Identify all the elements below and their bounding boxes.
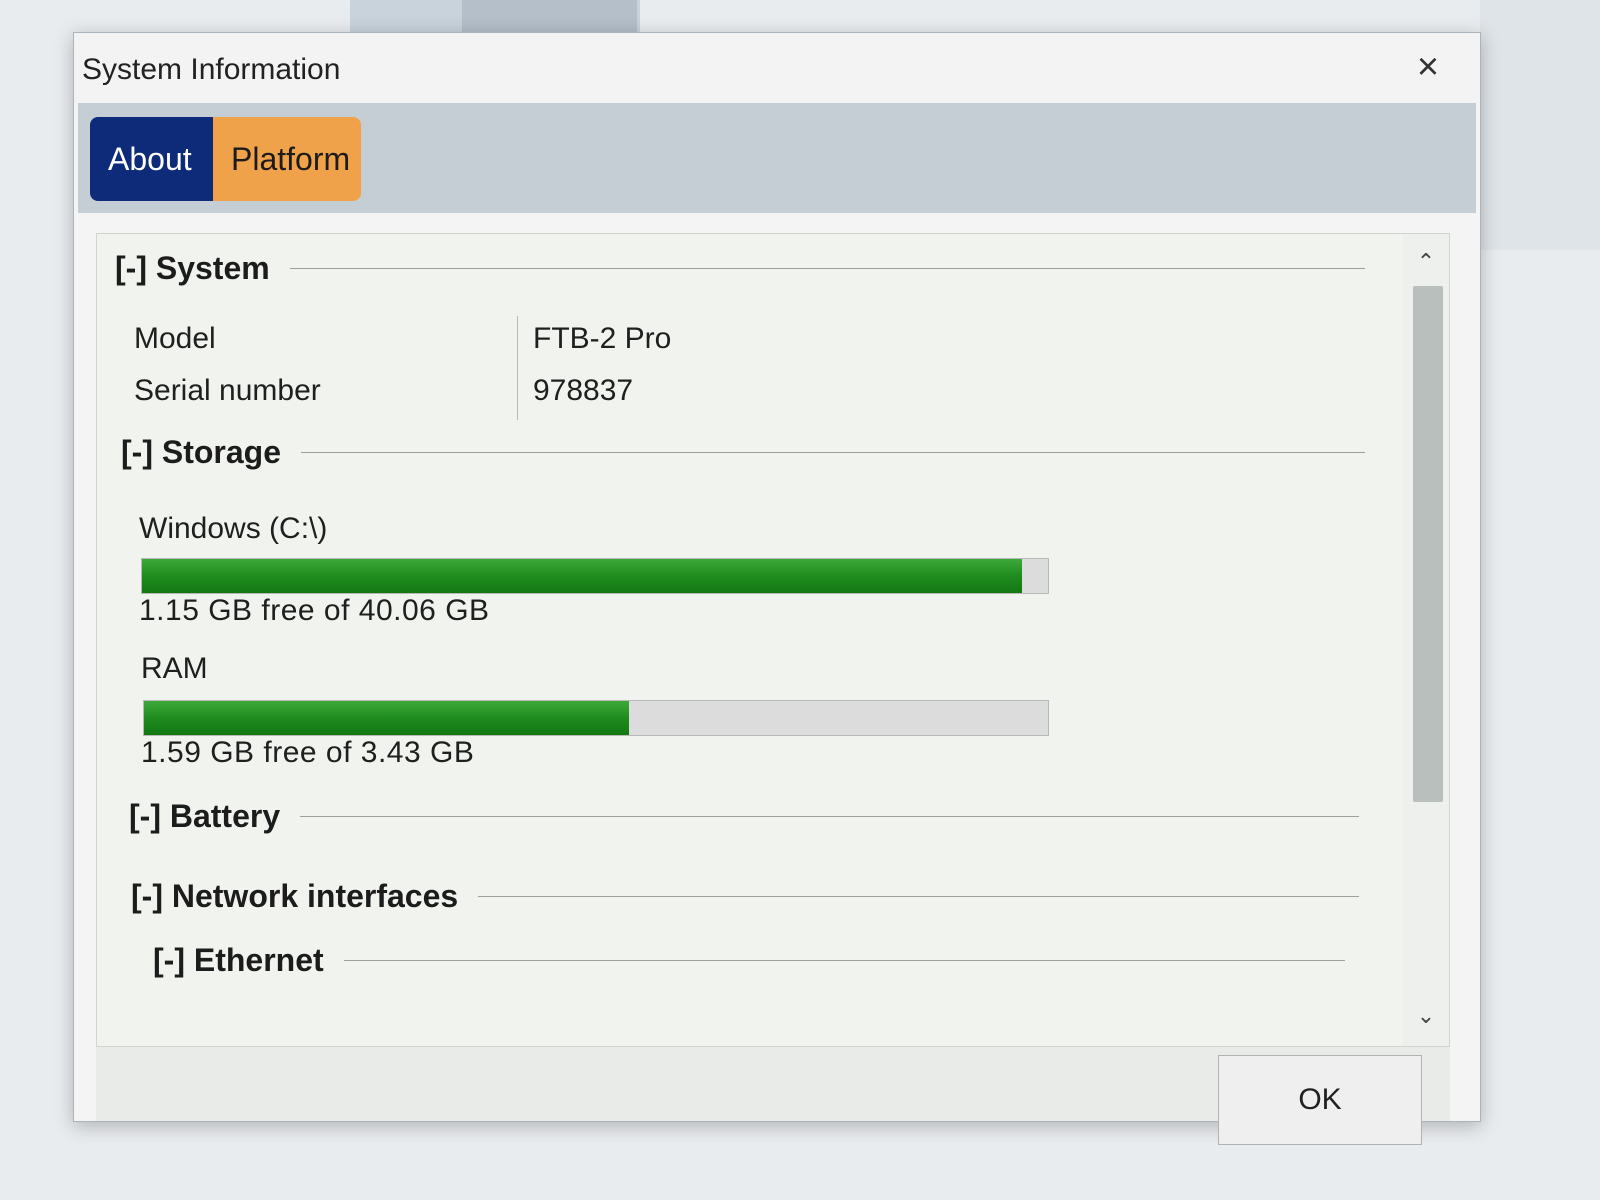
section-network-header[interactable]: [-] Network interfaces [131,878,1359,915]
section-system-title: [-] System [115,250,270,286]
model-label: Model [134,322,216,355]
section-divider [289,268,1365,269]
section-divider [300,816,1359,817]
about-panel: [-] System Model FTB-2 Pro Serial number… [96,233,1450,1047]
ok-button[interactable]: OK [1218,1055,1422,1145]
background-window-strip-dark [462,0,637,36]
ram-usage-bar [143,700,1049,736]
dialog-footer: OK [96,1047,1450,1145]
scroll-down-icon[interactable]: ⌄ [1403,998,1449,1034]
drive-c-info: 1.15 GB free of 40.06 GB [139,594,490,627]
serial-number-value: 978837 [533,374,634,407]
section-divider [301,452,1365,453]
section-divider [343,960,1345,961]
tab-platform[interactable]: Platform [213,117,361,201]
drive-c-usage-bar [141,558,1049,594]
model-value: FTB-2 Pro [533,322,672,355]
close-icon[interactable]: × [1406,45,1450,89]
section-battery-header[interactable]: [-] Battery [129,798,1359,835]
background-window-right [1480,0,1600,250]
ram-info: 1.59 GB free of 3.43 GB [141,736,475,769]
section-system-header[interactable]: [-] System [115,250,1365,287]
title-bar: System Information × [74,33,1480,103]
column-divider [517,316,518,420]
window-title: System Information [82,53,341,86]
ram-label: RAM [141,652,208,685]
ram-usage-fill [144,701,629,735]
scroll-up-icon[interactable]: ⌃ [1403,244,1449,280]
serial-number-label: Serial number [134,374,321,407]
tab-bar: About Platform [78,103,1476,213]
section-ethernet-title: [-] Ethernet [153,942,324,978]
section-network-title: [-] Network interfaces [131,878,459,914]
section-ethernet-header[interactable]: [-] Ethernet [153,942,1345,979]
vertical-scrollbar[interactable]: ⌃ ⌄ [1403,234,1449,1046]
section-divider [478,896,1359,897]
system-information-dialog: System Information × About Platform [-] … [73,32,1481,1145]
section-storage-title: [-] Storage [121,434,281,470]
scrollbar-thumb[interactable] [1413,286,1443,802]
tab-about[interactable]: About [90,117,213,201]
drive-c-label: Windows (C:\) [139,512,328,545]
section-storage-header[interactable]: [-] Storage [121,434,1365,471]
section-battery-title: [-] Battery [129,798,281,834]
drive-c-usage-fill [142,559,1022,593]
